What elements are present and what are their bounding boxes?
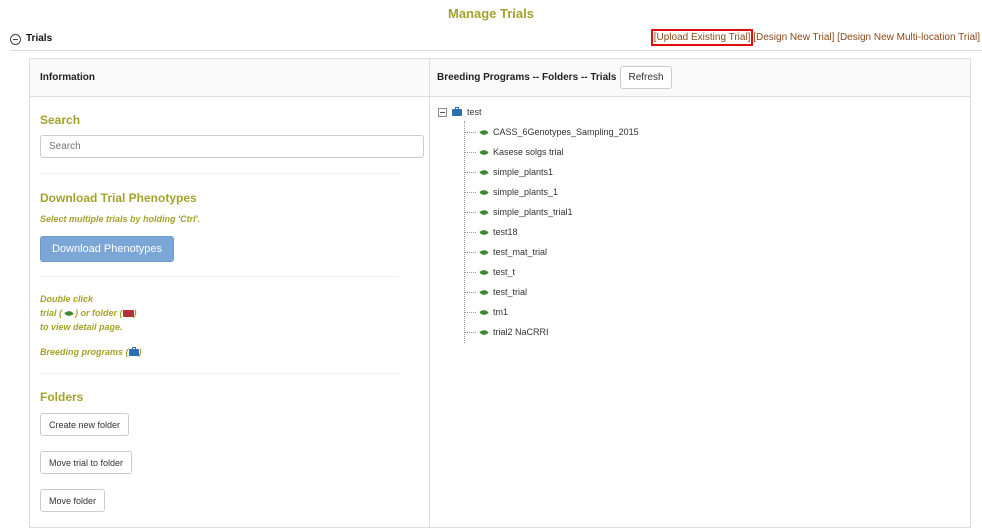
- trials-tree-column: Breeding Programs -- Folders -- Trials R…: [430, 59, 970, 527]
- tree-trial-node[interactable]: test18: [464, 227, 518, 241]
- tree-trial-node[interactable]: Kasese solgs trial: [464, 147, 564, 161]
- page-title: Manage Trials: [448, 6, 534, 21]
- briefcase-icon: [452, 107, 462, 117]
- leaf-icon: [479, 288, 489, 297]
- tree-connector: [464, 232, 476, 234]
- leaf-icon: [63, 309, 74, 318]
- tree-trial-label[interactable]: trial2 NaCRRI: [493, 327, 549, 337]
- download-phenotypes-button[interactable]: Download Phenotypes: [40, 236, 174, 262]
- tree-connector: [464, 132, 476, 134]
- manage-trials-panel: Information Search Download Trial Phenot…: [29, 58, 971, 528]
- upload-existing-trial-link[interactable]: [Upload Existing Trial]: [650, 29, 754, 46]
- leaf-icon: [479, 188, 489, 197]
- tree-trial-node[interactable]: trial2 NaCRRI: [464, 327, 549, 341]
- divider: [40, 373, 398, 374]
- design-new-trial-link[interactable]: [Design New Trial]: [753, 32, 834, 43]
- leaf-icon: [479, 308, 489, 317]
- tree-connector: [464, 332, 476, 334]
- folders-heading: Folders: [40, 390, 84, 404]
- tree-trial-label[interactable]: test_t: [493, 267, 515, 277]
- tree-trial-label[interactable]: Kasese solgs trial: [493, 147, 564, 157]
- help-text-part: ): [133, 308, 137, 318]
- tree-header-title: Breeding Programs -- Folders -- Trials: [437, 72, 617, 83]
- leaf-icon: [479, 148, 489, 157]
- help-line-2: trial ( ) or folder (): [40, 306, 137, 320]
- tree-connector: [464, 312, 476, 314]
- tree-connector: [464, 272, 476, 274]
- leaf-icon: [479, 328, 489, 337]
- tree-connector: [464, 212, 476, 214]
- tree-root-node[interactable]: test: [438, 107, 482, 121]
- tree-collapse-icon[interactable]: [438, 108, 447, 118]
- tree-connector: [464, 192, 476, 194]
- search-heading: Search: [40, 113, 81, 127]
- tree-connector: [464, 292, 476, 294]
- download-heading: Download Trial Phenotypes: [40, 191, 197, 205]
- tree-trial-node[interactable]: test_mat_trial: [464, 247, 547, 261]
- folder-icon: [122, 310, 134, 318]
- help-text-part: trial (: [40, 308, 63, 318]
- help-text-part: ): [138, 347, 142, 357]
- tree-trial-label[interactable]: CASS_6Genotypes_Sampling_2015: [493, 127, 639, 137]
- tree-trial-label[interactable]: test_mat_trial: [493, 247, 547, 257]
- help-text: Double click trial ( ) or folder () to v…: [40, 292, 137, 334]
- leaf-icon: [479, 168, 489, 177]
- help-line-1: Double click: [40, 294, 94, 304]
- leaf-icon: [479, 268, 489, 277]
- help-text-part: ) or folder (: [75, 308, 123, 318]
- tree-connector: [464, 172, 476, 174]
- tree-trial-label[interactable]: simple_plants_1: [493, 187, 558, 197]
- tree-trial-label[interactable]: tm1: [493, 307, 508, 317]
- help-line-3: to view detail page.: [40, 322, 123, 332]
- tree-trial-node[interactable]: simple_plants1: [464, 167, 553, 181]
- tree-root-label[interactable]: test: [467, 107, 482, 117]
- tree-trial-label[interactable]: simple_plants_trial1: [493, 207, 573, 217]
- tree-trial-label[interactable]: test18: [493, 227, 518, 237]
- briefcase-icon: [128, 347, 139, 357]
- divider: [40, 173, 398, 174]
- divider: [40, 276, 398, 277]
- section-title[interactable]: Trials: [26, 33, 52, 44]
- collapse-icon[interactable]: [10, 34, 21, 45]
- create-new-folder-button[interactable]: Create new folder: [40, 413, 130, 436]
- tree-connector: [464, 252, 476, 254]
- design-multi-location-trial-link[interactable]: [Design New Multi-location Trial]: [837, 32, 980, 43]
- tree-trial-node[interactable]: tm1: [464, 307, 508, 321]
- tree-trial-label[interactable]: simple_plants1: [493, 167, 553, 177]
- tree-trial-node[interactable]: simple_plants_trial1: [464, 207, 573, 221]
- information-column: Information Search Download Trial Phenot…: [30, 59, 430, 527]
- trials-section-header: Trials [Upload Existing Trial] [Design N…: [10, 29, 982, 51]
- leaf-icon: [479, 228, 489, 237]
- tree-trial-node[interactable]: test_t: [464, 267, 515, 281]
- move-folder-button[interactable]: Move folder: [40, 489, 106, 512]
- tree-trial-node[interactable]: test_trial: [464, 287, 527, 301]
- information-title: Information: [40, 72, 95, 83]
- information-header: Information: [30, 59, 429, 97]
- leaf-icon: [479, 128, 489, 137]
- move-trial-to-folder-button[interactable]: Move trial to folder: [40, 451, 133, 474]
- action-links: [Upload Existing Trial] [Design New Tria…: [650, 29, 980, 46]
- tree-trial-node[interactable]: simple_plants_1: [464, 187, 558, 201]
- tree-connector: [464, 152, 476, 154]
- leaf-icon: [479, 208, 489, 217]
- breeding-programs-hint: Breeding programs (): [40, 345, 142, 359]
- tree-header: Breeding Programs -- Folders -- Trials R…: [430, 59, 970, 97]
- download-hint: Select multiple trials by holding 'Ctrl'…: [40, 214, 201, 224]
- help-text-part: Breeding programs (: [40, 347, 129, 357]
- leaf-icon: [479, 248, 489, 257]
- tree-trial-node[interactable]: CASS_6Genotypes_Sampling_2015: [464, 127, 639, 141]
- tree-trial-label[interactable]: test_trial: [493, 287, 527, 297]
- refresh-button[interactable]: Refresh: [620, 66, 672, 89]
- search-input[interactable]: [40, 135, 424, 158]
